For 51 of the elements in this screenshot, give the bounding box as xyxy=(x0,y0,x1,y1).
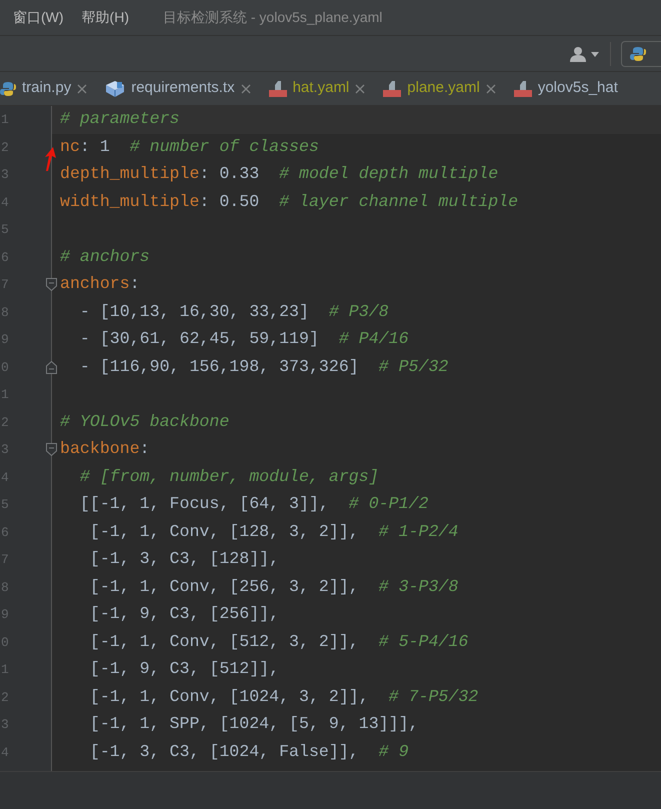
code-line: backbone: xyxy=(60,438,150,460)
editor-tab[interactable]: train.py xyxy=(0,72,98,105)
code-line: anchors: xyxy=(60,273,140,296)
yaml-file-icon xyxy=(268,80,287,98)
code-line: - [30,61, 62,45, 59,119] # P4/16 xyxy=(78,328,409,350)
editor-tab[interactable]: requirements.tx xyxy=(97,72,261,105)
tab-label: hat.yaml xyxy=(292,78,350,98)
python-icon xyxy=(0,80,16,96)
yaml-file-icon xyxy=(514,80,532,98)
code-line: [-1, 9, C3, [512]], xyxy=(88,658,280,680)
code-line: [-1, 1, SPP, [1024, [5, 9, 13]]], xyxy=(88,713,418,736)
code-line: [-1, 1, Conv, [1024, 3, 2]], # 7-P5/32 xyxy=(88,686,478,708)
python-run-button[interactable] xyxy=(621,40,661,66)
code-line: [-1, 1, Conv, [256, 3, 2]], # 3-P3/8 xyxy=(88,576,458,598)
code-line: # anchors xyxy=(60,246,150,268)
fold-marker-icon[interactable] xyxy=(46,443,57,456)
code-line: width_multiple: 0.50 # layer channel multiple xyxy=(60,190,518,213)
code-line: - [10,13, 16,30, 33,23] # P3/8 xyxy=(78,300,389,323)
close-icon[interactable] xyxy=(77,84,88,94)
user-icon[interactable] xyxy=(569,46,599,62)
tab-label: requirements.tx xyxy=(131,78,235,98)
yaml-file-icon xyxy=(383,80,402,98)
code-line: [-1, 1, Conv, [128, 3, 2]], # 1-P2/4 xyxy=(88,520,458,543)
code-line: # YOLOv5 backbone xyxy=(60,410,230,433)
code-line: [-1, 3, C3, [128]], xyxy=(88,548,280,570)
editor-tab[interactable]: hat.yaml xyxy=(260,72,376,105)
code-line: [[-1, 1, Focus, [64, 3]], # 0-P1/2 xyxy=(78,493,428,516)
package-icon xyxy=(105,80,126,98)
editor-tab[interactable]: yolov5s_hat xyxy=(506,72,628,105)
window-title: 目标检测系统 - yolov5s_plane.yaml xyxy=(162,8,382,27)
menu-item[interactable]: 窗口(W) xyxy=(13,7,64,28)
tab-label: yolov5s_hat xyxy=(538,78,618,98)
code-line: nc: 1 # number of classes xyxy=(60,136,319,158)
code-line: - [116,90, 156,198, 373,326] # P5/32 xyxy=(78,356,448,378)
close-icon[interactable] xyxy=(355,84,366,94)
close-icon[interactable] xyxy=(240,84,251,94)
code-line: # parameters xyxy=(60,108,180,130)
code-line: # [from, number, module, args] xyxy=(78,466,379,488)
editor-tab[interactable]: plane.yaml xyxy=(375,72,506,105)
code-line: depth_multiple: 0.33 # model depth multiple xyxy=(60,163,498,186)
fold-marker-icon[interactable] xyxy=(46,360,57,374)
python-icon xyxy=(630,46,646,62)
close-icon[interactable] xyxy=(486,84,496,94)
menu-item[interactable]: 帮助(H) xyxy=(82,7,129,28)
code-line: [-1, 1, Conv, [512, 3, 2]], # 5-P4/16 xyxy=(88,630,468,653)
code-line: [-1, 9, C3, [256]], xyxy=(88,603,280,626)
tab-label: plane.yaml xyxy=(407,78,480,98)
tab-label: train.py xyxy=(22,78,72,98)
fold-marker-icon[interactable] xyxy=(46,278,57,292)
code-line: [-1, 3, C3, [1024, False]], # 9 xyxy=(88,740,409,763)
annotation-arrow xyxy=(44,146,58,172)
